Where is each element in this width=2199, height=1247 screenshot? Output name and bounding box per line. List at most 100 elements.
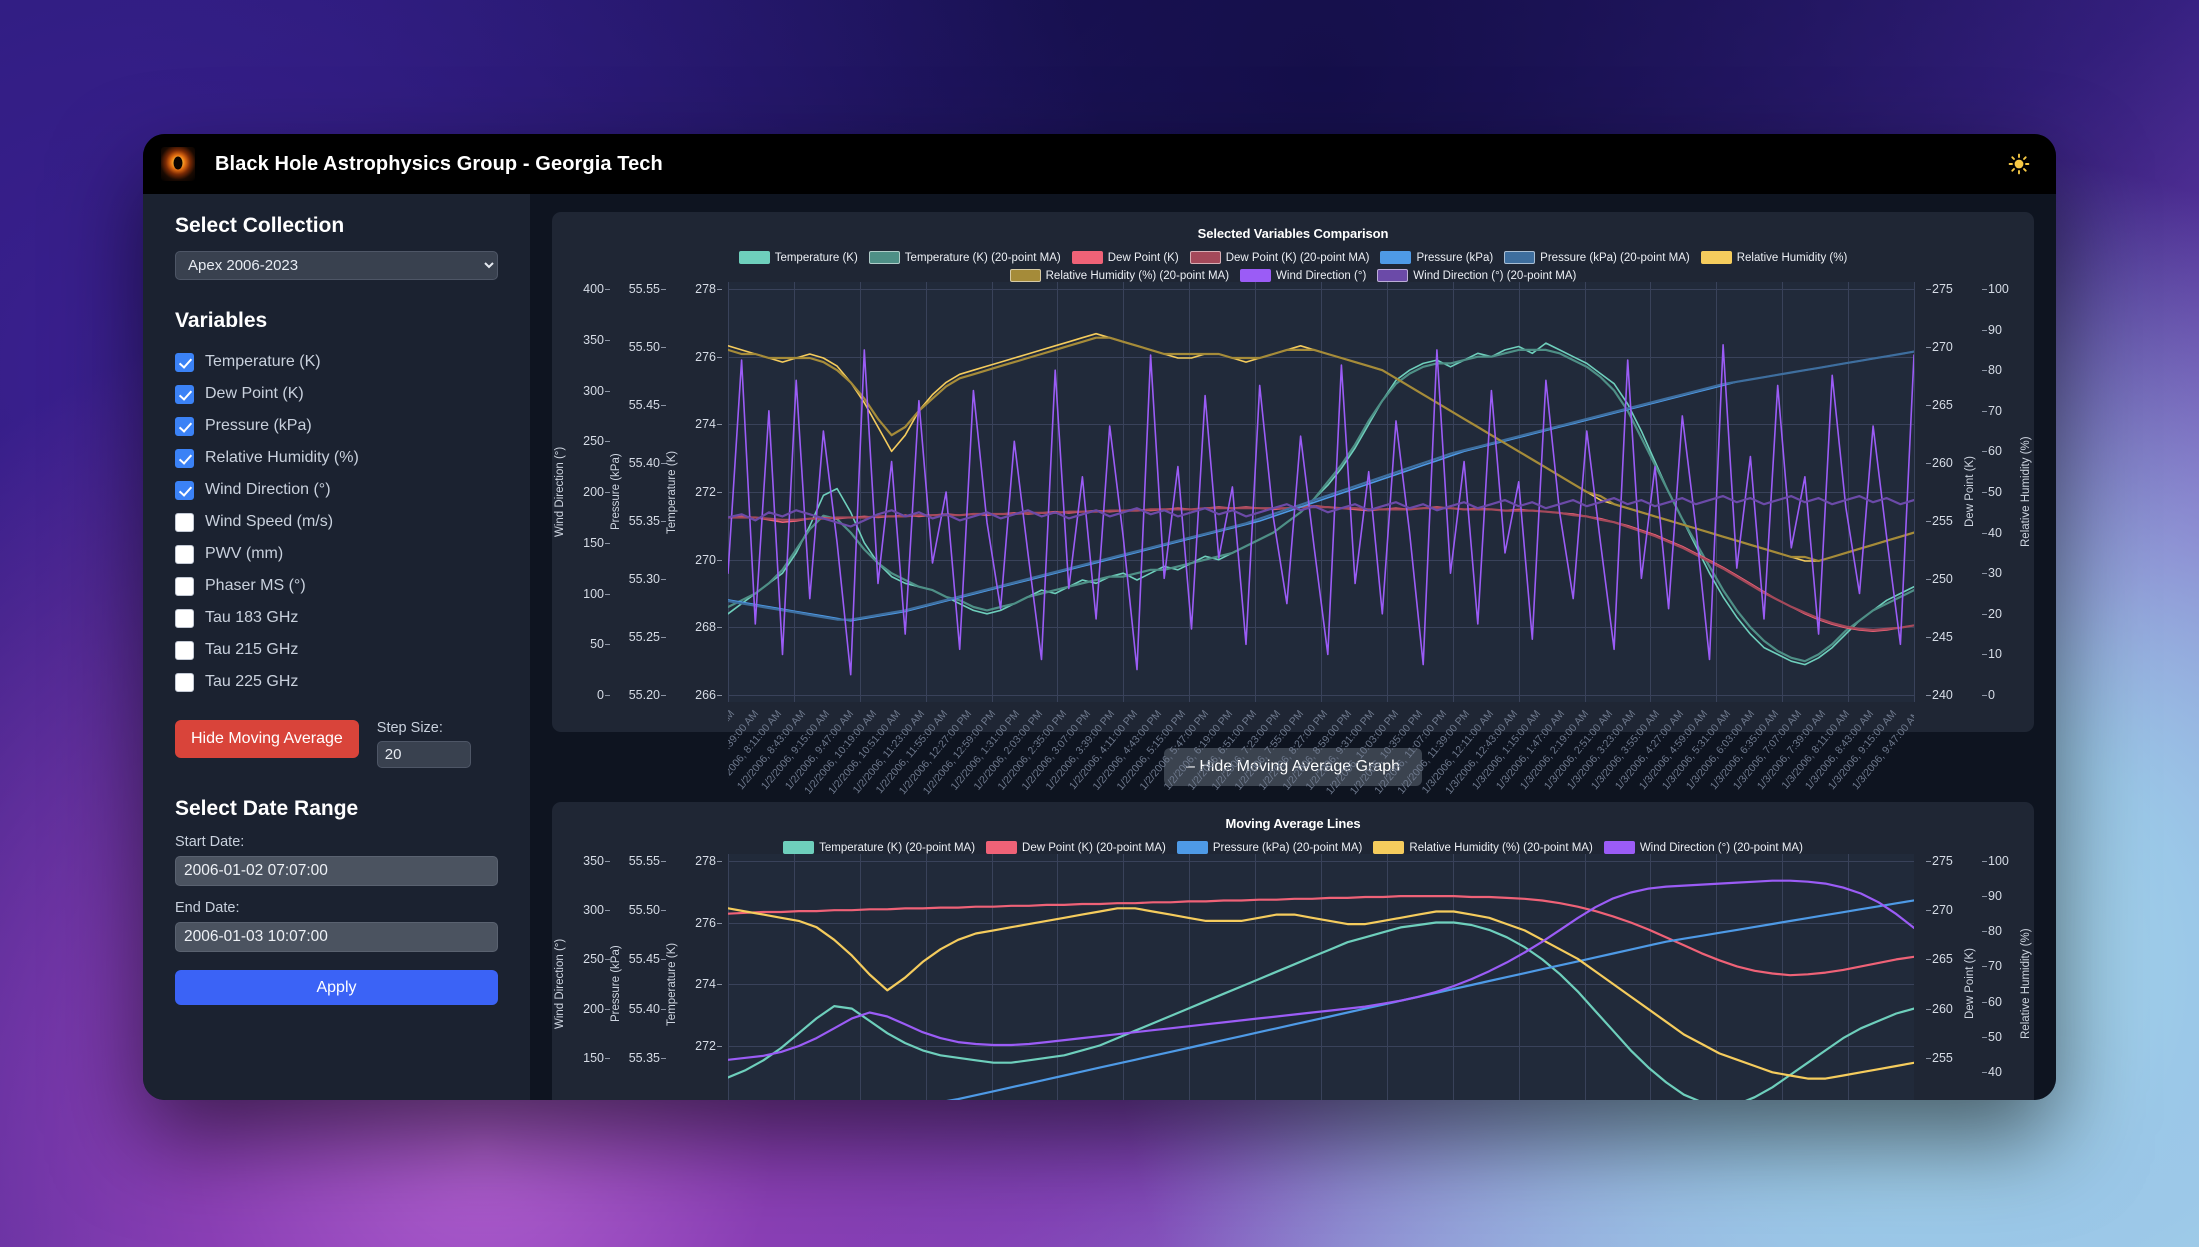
legend-item[interactable]: Relative Humidity (%) (20-point MA) [1373,841,1593,854]
checkbox-icon[interactable] [175,640,194,660]
y-axis-right: 100 90 80 70 60 50 40 30 20 10 0 Relative Humidity … [1978,282,2034,702]
checkbox-icon[interactable] [175,608,194,628]
variable-row[interactable]: Tau 183 GHz [175,602,498,634]
axis-tick-label: 55.55 [628,282,667,296]
axis-tick-label: 274 [695,977,722,991]
variable-label: Wind Direction (°) [205,481,331,498]
legend-label: Pressure (kPa) (20-point MA) [1212,841,1363,854]
checkbox-icon[interactable] [175,512,194,532]
checkbox-icon[interactable] [175,352,194,372]
legend-item[interactable]: Pressure (kPa) (20-point MA) [1504,251,1690,264]
axis-tick-label: 150 [583,1050,610,1065]
moving-average-controls: Hide Moving Average Step Size: [175,720,498,768]
legend-label: Temperature (K) [774,251,858,264]
axis-tick-label: 276 [695,349,722,364]
legend-swatch [1380,251,1412,264]
axis-tick-label: 90 [1982,322,2002,337]
legend-label: Wind Direction (°) [1276,269,1367,282]
axis-tick-label: 250 [583,952,610,967]
legend-label: Dew Point (K) (20-point MA) [1022,841,1166,854]
date-range-heading: Select Date Range [175,797,359,820]
axis-tick-label: 260 [1926,456,1953,470]
step-size-group: Step Size: [376,720,471,768]
axis-tick-label: 10 [1982,647,2002,662]
legend-swatch [1176,841,1208,854]
axis-tick-label: 70 [1982,959,2002,974]
variable-row[interactable]: Tau 215 GHz [175,634,498,666]
checkbox-icon[interactable] [175,448,194,468]
axis-tick-label: 55.50 [628,903,667,918]
plot-region: Wind Direction (°) 400 350 300 250 200 150 100 5… [552,282,2034,797]
variable-row[interactable]: Phaser MS (°) [175,570,498,602]
variable-row[interactable]: Temperature (K) [175,346,498,378]
legend-item[interactable]: Wind Direction (°) (20-point MA) [1377,269,1576,282]
variable-label: Pressure (kPa) [205,417,312,434]
step-size-input[interactable] [376,741,471,768]
y-axis-left: Pressure (kPa)55.5555.5055.4555.4055.355… [608,854,667,1100]
variable-row[interactable]: Wind Speed (m/s) [175,506,498,538]
variable-label: Temperature (K) [205,353,321,370]
chart-title: Selected Variables Comparison [1197,226,1389,241]
axis-tick-label: 20 [1982,606,2002,621]
axis-tick-label: 268 [695,620,722,635]
legend-item[interactable]: Wind Direction (°) (20-point MA) [1603,841,1803,854]
axis-tick-label: 55.20 [628,688,667,702]
legend-label: Pressure (kPa) (20-point MA) [1540,251,1690,264]
legend-item[interactable]: Wind Direction (°) [1240,269,1366,282]
app-title: Black Hole Astrophysics Group - Georgia … [215,152,663,175]
series-lines [728,879,1914,1100]
variable-row[interactable]: Relative Humidity (%) [175,442,498,474]
legend-item[interactable]: Relative Humidity (%) (20-point MA) [1009,269,1230,282]
axis-tick-label: 0 [597,688,610,702]
axis-tick-label: 272 [695,1038,722,1053]
gridline [1914,282,1915,702]
axis-tick-label: 200 [583,1001,610,1016]
axis-tick-label: 55.40 [628,456,667,470]
variable-row[interactable]: Tau 225 GHz [175,666,498,698]
sun-icon[interactable] [2004,149,2034,179]
legend-swatch [1603,841,1635,854]
legend-item[interactable]: Dew Point (K) (20-point MA) [1189,251,1370,264]
axis-tick-label: 40 [1982,525,2002,540]
checkbox-icon[interactable] [175,544,194,564]
collection-select[interactable]: Apex 2006-2023 [175,251,498,280]
axis-tick-label: 50 [1982,1029,2002,1044]
variable-row[interactable]: Dew Point (K) [175,378,498,410]
axis-tick-label: 300 [583,903,610,918]
legend-item[interactable]: Dew Point (K) (20-point MA) [986,841,1166,854]
axis-tick-label: 270 [1926,903,1953,918]
legend-swatch [783,841,815,854]
legend-label: Dew Point (K) (20-point MA) [1225,251,1370,264]
legend-item[interactable]: Temperature (K) (20-point MA) [868,251,1061,264]
axis-tick-label: 40 [1982,1064,2002,1079]
legend-item[interactable]: Pressure (kPa) (20-point MA) [1176,841,1363,854]
legend-swatch [1373,841,1405,854]
hide-moving-average-button[interactable]: Hide Moving Average [175,720,359,758]
checkbox-icon[interactable] [175,576,194,596]
legend-label: Relative Humidity (%) (20-point MA) [1045,269,1230,282]
end-date-input[interactable] [175,922,498,952]
axis-tick-label: 350 [583,854,610,868]
legend-item[interactable]: Relative Humidity (%) [1700,251,1847,264]
checkbox-icon[interactable] [175,384,194,404]
checkbox-icon[interactable] [175,416,194,436]
axis-title: Dew Point (K) [1964,456,1976,528]
checkbox-icon[interactable] [175,480,194,500]
legend-item[interactable]: Temperature (K) [738,251,858,264]
checkbox-icon[interactable] [175,672,194,692]
variable-row[interactable]: PWV (mm) [175,538,498,570]
start-date-input[interactable] [175,856,498,886]
plot-region: Wind Direction (°) 350 300 250 200 150 100 Pres… [552,854,2034,1100]
variable-label: Tau 225 GHz [205,673,299,690]
variable-row[interactable]: Wind Direction (°) [175,474,498,506]
legend-item[interactable]: Dew Point (K) [1071,251,1179,264]
axis-title: Relative Humidity (%) [2020,928,2032,1040]
legend-item[interactable]: Pressure (kPa) [1380,251,1493,264]
legend-item[interactable]: Temperature (K) (20-point MA) [783,841,975,854]
y-axis-left: Pressure (kPa)55.5555.5055.4555.4055.355… [608,282,667,702]
variable-row[interactable]: Pressure (kPa) [175,410,498,442]
axis-tick-label: 265 [1926,398,1953,412]
axis-tick-label: 0 [1982,688,1995,702]
axis-tick-label: 55.45 [628,398,667,412]
apply-button[interactable]: Apply [175,970,498,1005]
